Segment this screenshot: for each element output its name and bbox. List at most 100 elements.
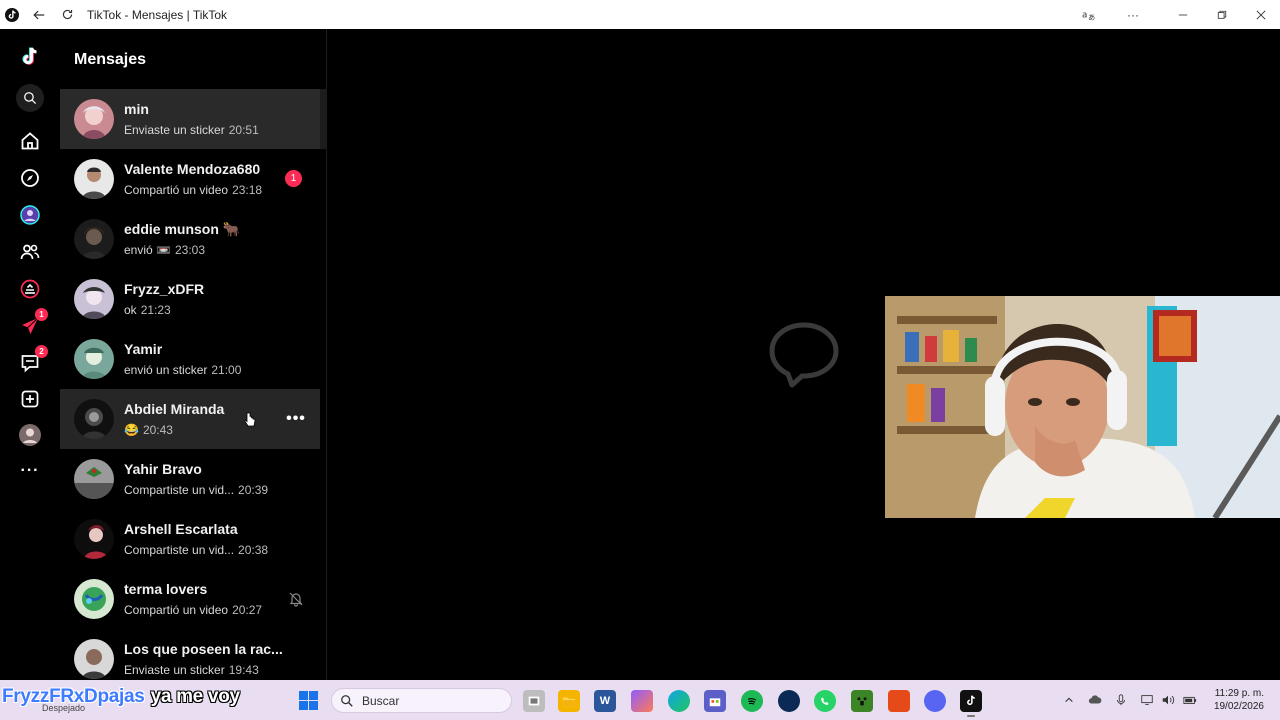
overlay-message: ya me voy bbox=[150, 686, 241, 707]
nav-upload[interactable] bbox=[16, 385, 44, 413]
nav-activity[interactable]: 1 bbox=[16, 308, 48, 340]
live-avatar-icon bbox=[20, 205, 40, 225]
network-tray-icon[interactable] bbox=[1139, 692, 1155, 708]
conversation-item[interactable]: Fryzz_xDFR ok 21:23 bbox=[60, 269, 320, 329]
more-dots-icon: ··· bbox=[20, 462, 40, 479]
minimize-button[interactable] bbox=[1163, 0, 1202, 29]
nav-explore[interactable] bbox=[16, 164, 44, 192]
taskbar-clock[interactable]: 11:29 p. m. 19/02/2026 bbox=[1208, 687, 1264, 713]
nav-live-avatar[interactable] bbox=[16, 201, 44, 229]
creeper-face-icon bbox=[857, 697, 867, 706]
conversation-time: 19:43 bbox=[228, 662, 259, 677]
chat-bubble-icon bbox=[769, 322, 839, 388]
restore-button[interactable] bbox=[1202, 0, 1241, 29]
close-button[interactable] bbox=[1241, 0, 1280, 29]
conversation-name: Arshell Escarlata bbox=[124, 520, 238, 537]
minecraft-icon[interactable] bbox=[851, 690, 873, 712]
conversation-time: 21:23 bbox=[140, 302, 171, 317]
translate-button[interactable]: aあ bbox=[1067, 0, 1111, 29]
conversation-item[interactable]: terma lovers Compartió un video 20:27 bbox=[60, 569, 320, 629]
conversation-item[interactable]: Yahir Bravo Compartiste un vid... 20:39 bbox=[60, 449, 320, 509]
avatar bbox=[74, 99, 114, 139]
preview-text: Compartió un video bbox=[124, 602, 229, 617]
conversation-name: Yahir Bravo bbox=[124, 460, 202, 477]
conversation-name: terma lovers bbox=[124, 580, 208, 597]
nav-home[interactable] bbox=[16, 127, 44, 155]
nav-following[interactable] bbox=[16, 238, 44, 266]
stream-chat-overlay: FryzzFRxDpajas ya me voy bbox=[2, 686, 240, 708]
preview-text: Enviaste un sticker bbox=[124, 122, 225, 137]
game-launcher-icon[interactable] bbox=[888, 690, 910, 712]
tiktok-taskbar-icon[interactable] bbox=[960, 690, 982, 717]
avatar bbox=[74, 639, 114, 679]
copilot-icon[interactable] bbox=[631, 690, 653, 712]
conversation-item[interactable]: Arshell Escarlata Compartiste un vid... 2… bbox=[60, 509, 320, 569]
conversation-item[interactable]: Abdiel Miranda 😂 20:43 ••• bbox=[60, 389, 320, 449]
nav-more[interactable]: ··· bbox=[16, 457, 44, 485]
conversation-item[interactable]: Los que poseen la rac... Enviaste un sti… bbox=[60, 629, 320, 680]
nav-profile[interactable] bbox=[16, 421, 44, 449]
discord-icon[interactable] bbox=[924, 690, 946, 712]
tiktok-glyph-icon bbox=[967, 695, 975, 706]
messages-panel: Mensajes min Enviaste un sticker 20:51 Va… bbox=[60, 29, 327, 680]
conversation-name: Los que poseen la rac... bbox=[124, 640, 283, 657]
volume-tray-icon[interactable] bbox=[1160, 692, 1176, 708]
whatsapp-icon[interactable] bbox=[814, 690, 836, 712]
compass-icon bbox=[21, 169, 39, 187]
muted-bell-icon bbox=[289, 592, 303, 607]
start-button[interactable] bbox=[299, 691, 318, 710]
windows-logo-tile bbox=[309, 691, 318, 700]
arrow-left-icon bbox=[33, 10, 45, 19]
conversation-item[interactable]: Valente Mendoza680 Compartió un video 23:… bbox=[60, 149, 320, 209]
mouse-cursor-icon bbox=[244, 412, 256, 427]
file-explorer-icon[interactable] bbox=[558, 690, 580, 712]
taskbar-search[interactable]: Buscar bbox=[331, 688, 512, 713]
conversation-preview: Compartiste un vid... 20:39 bbox=[124, 481, 268, 499]
obs-icon[interactable] bbox=[778, 690, 800, 712]
people-icon bbox=[20, 244, 40, 260]
onedrive-tray-icon[interactable] bbox=[1087, 692, 1103, 708]
back-button[interactable] bbox=[25, 0, 53, 29]
task-view-glyph-icon bbox=[528, 696, 540, 706]
search-button[interactable] bbox=[16, 84, 44, 112]
reload-button[interactable] bbox=[53, 0, 81, 29]
conversation-item[interactable]: min Enviaste un sticker 20:51 bbox=[60, 89, 320, 149]
conversation-preview: Compartió un video 20:27 bbox=[124, 601, 262, 619]
title-bar: TikTok - Mensajes | TikTok aあ ··· bbox=[0, 0, 1280, 29]
nav-live[interactable] bbox=[16, 275, 44, 303]
tiktok-logo-icon bbox=[22, 47, 37, 65]
word-icon[interactable]: W bbox=[594, 690, 616, 712]
more-options-button[interactable]: ··· bbox=[1111, 0, 1155, 29]
conversation-item[interactable]: eddie munson 🐂 envió 📼 23:03 bbox=[60, 209, 320, 269]
task-view-icon[interactable] bbox=[523, 690, 545, 712]
tiktok-app-icon bbox=[5, 7, 19, 22]
tiktok-logo[interactable] bbox=[16, 43, 44, 71]
conversation-item[interactable]: Yamir envió un sticker 21:00 bbox=[60, 329, 320, 389]
preview-text: 😂 bbox=[124, 422, 139, 437]
list-scrollbar[interactable] bbox=[320, 89, 326, 149]
conversation-list: min Enviaste un sticker 20:51 Valente Men… bbox=[60, 89, 320, 680]
microphone-tray-icon[interactable] bbox=[1113, 692, 1129, 708]
profile-avatar-icon bbox=[19, 424, 41, 446]
windows-logo-tile bbox=[309, 701, 318, 710]
speaker-icon bbox=[1162, 695, 1175, 705]
conversation-name: eddie munson 🐂 bbox=[124, 220, 241, 237]
edge-browser-icon[interactable] bbox=[668, 690, 690, 712]
live-icon bbox=[20, 279, 40, 299]
conversation-name: Fryzz_xDFR bbox=[124, 280, 205, 297]
microsoft-store-icon[interactable] bbox=[704, 690, 726, 712]
preview-text: Compartiste un vid... bbox=[124, 542, 235, 557]
battery-tray-icon[interactable] bbox=[1182, 692, 1198, 708]
conversation-preview: Enviaste un sticker 19:43 bbox=[124, 661, 283, 679]
conversation-time: 20:39 bbox=[238, 482, 269, 497]
spotify-icon[interactable] bbox=[741, 690, 763, 712]
conversation-time: 20:27 bbox=[232, 602, 263, 617]
conversation-more-button[interactable]: ••• bbox=[286, 410, 306, 427]
translate-icon: aあ bbox=[1082, 10, 1095, 21]
conversation-preview: 😂 20:43 bbox=[124, 421, 224, 439]
close-icon bbox=[1256, 10, 1265, 19]
tray-overflow-button[interactable] bbox=[1061, 692, 1077, 708]
ellipsis-icon: ··· bbox=[1127, 7, 1139, 22]
nav-inbox[interactable]: 2 bbox=[16, 345, 48, 377]
conversation-preview: Compartió un video 23:18 bbox=[124, 181, 262, 199]
